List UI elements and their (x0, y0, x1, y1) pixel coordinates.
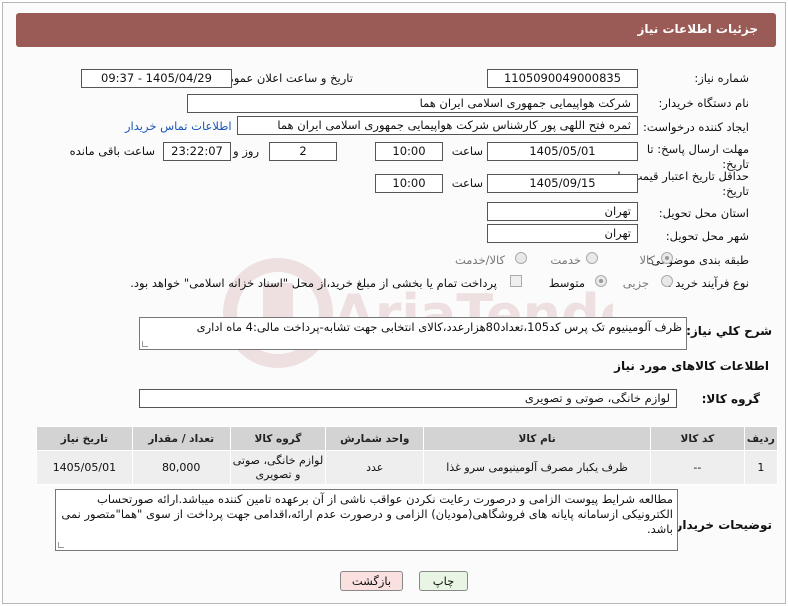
need-number-field: 1105090049000835 (487, 69, 638, 88)
buyer-notes-label: توضیحات خریدار: (670, 518, 772, 532)
process-option-minor: جزیی (622, 276, 649, 290)
need-number-label: شماره نیاز: (694, 71, 749, 85)
reply-time-field: 10:00 (375, 142, 443, 161)
buyer-notes-textarea: مطالعه شرایط پیوست الزامی و درصورت رعایت… (55, 489, 678, 551)
back-button[interactable]: بازگشت (340, 571, 403, 591)
cell-goods-name: ظرف یکبار مصرف آلومینیومی سرو غذا (423, 450, 652, 485)
requester-label: ایجاد کننده درخواست: (643, 120, 749, 134)
city-label: شهر محل تحویل: (665, 229, 749, 243)
days-field: 2 (269, 142, 337, 161)
print-button[interactable]: چاپ (419, 571, 468, 591)
category-radio-service[interactable] (586, 252, 598, 264)
cell-goods-group: لوازم خانگی، صوتی و تصویری (229, 450, 327, 485)
category-radio-goods-service[interactable] (515, 252, 527, 264)
goods-group-label: گروه کالا: (701, 392, 760, 406)
category-option-goods: کالا (639, 253, 655, 267)
announce-field: 1405/04/29 - 09:37 (81, 69, 232, 88)
price-time-label: ساعت (451, 176, 483, 190)
process-label: نوع فرآیند خرید : (667, 276, 749, 290)
cell-row-number: 1 (743, 450, 779, 485)
remaining-time-field: 23:22:07 (163, 142, 231, 161)
days-label: روز و (233, 144, 259, 158)
province-label: استان محل تحویل: (658, 206, 749, 220)
process-radio-medium[interactable] (595, 275, 607, 287)
reply-date-field: 1405/05/01 (487, 142, 638, 161)
page-container: جزئیات اطلاعات نیاز AriaTender.net شماره… (2, 2, 786, 604)
reply-deadline-label: مهلت ارسال پاسخ: تا تاریخ: (646, 142, 749, 171)
cell-unit: عدد (325, 450, 425, 485)
resize-handle-icon[interactable] (142, 341, 148, 347)
remaining-time-label: ساعت باقی مانده (69, 144, 155, 158)
treasury-payment-note: پرداخت تمام یا بخشی از مبلغ خرید،از محل … (130, 276, 497, 290)
category-option-goods-service: کالا/خدمت (454, 253, 505, 267)
table-row: 1 -- ظرف یکبار مصرف آلومینیومی سرو غذا ع… (36, 450, 779, 485)
requester-field: ثمره فتح اللهی پور کارشناس شرکت هواپیمای… (237, 116, 638, 135)
col-unit: واحد شمارش (325, 426, 425, 451)
announce-label: تاریخ و ساعت اعلان عمومی: (214, 71, 353, 85)
resize-handle-icon[interactable] (58, 542, 64, 548)
cell-need-date: 1405/05/01 (36, 450, 133, 485)
goods-table: ردیف کد کالا نام کالا واحد شمارش گروه کا… (36, 426, 779, 485)
treasury-payment-checkbox[interactable] (510, 275, 522, 287)
city-field: تهران (487, 224, 638, 243)
category-option-service: خدمت (550, 253, 581, 267)
cell-quantity: 80,000 (131, 450, 231, 485)
price-time-field: 10:00 (375, 174, 443, 193)
col-goods-name: نام کالا (423, 426, 652, 451)
goods-group-field: لوازم خانگی، صوتی و تصویری (139, 389, 677, 408)
process-option-medium: متوسط (548, 276, 585, 290)
category-radio-goods[interactable] (661, 252, 673, 264)
description-label: شرح کلي نیاز: (686, 324, 772, 338)
process-radio-minor[interactable] (661, 275, 673, 287)
table-header-row: ردیف کد کالا نام کالا واحد شمارش گروه کا… (36, 426, 779, 451)
page-header: جزئیات اطلاعات نیاز (16, 13, 776, 47)
col-quantity: تعداد / مقدار (131, 426, 231, 451)
buyer-org-label: نام دستگاه خریدار: (658, 96, 749, 110)
col-need-date: تاریخ نیاز (36, 426, 133, 451)
watermark-logo: AriaTender.net (223, 258, 613, 368)
price-date-field: 1405/09/15 (487, 174, 638, 193)
contact-info-link[interactable]: اطلاعات تماس خریدار (125, 119, 232, 133)
col-row-number: ردیف (743, 426, 779, 451)
province-field: تهران (487, 202, 638, 221)
col-goods-code: کد کالا (650, 426, 745, 451)
goods-info-title: اطلاعات کالاهای مورد نیاز (614, 359, 769, 373)
cell-goods-code: -- (650, 450, 745, 485)
description-textarea: ظرف آلومینیوم تک پرس کد105،تعداد80هزارعد… (139, 317, 687, 350)
reply-time-label: ساعت (451, 144, 483, 158)
description-text: ظرف آلومینیوم تک پرس کد105،تعداد80هزارعد… (196, 320, 682, 334)
buyer-org-field: شرکت هواپیمایی جمهوری اسلامی ایران هما (187, 94, 638, 113)
buyer-notes-text: مطالعه شرایط پیوست الزامی و درصورت رعایت… (61, 492, 673, 536)
col-goods-group: گروه کالا (229, 426, 327, 451)
page-title: جزئیات اطلاعات نیاز (637, 22, 758, 36)
